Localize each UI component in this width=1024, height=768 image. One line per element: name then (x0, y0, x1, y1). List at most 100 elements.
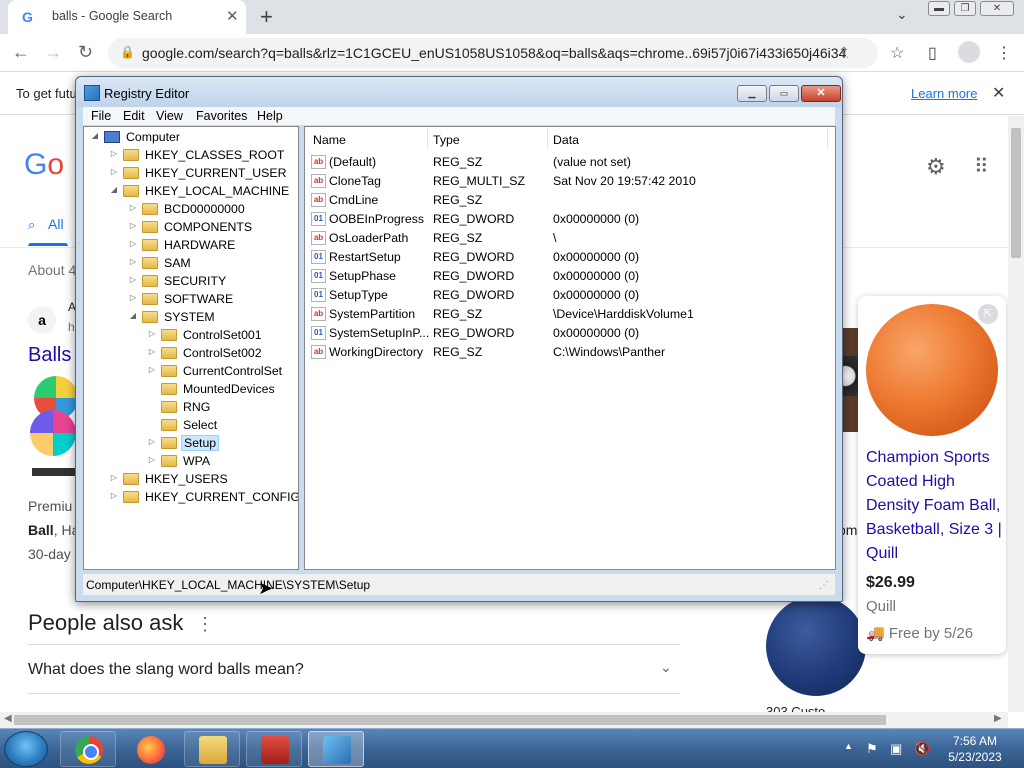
tree-node-label[interactable]: HKEY_USERS (143, 472, 230, 486)
taskbar-chrome[interactable] (60, 731, 116, 767)
registry-editor-window[interactable]: Registry Editor ▁ ▭ ✕ File Edit View Fav… (75, 76, 843, 602)
action-center-flag-icon[interactable]: ⚑ (866, 741, 878, 757)
expand-arrow-icon[interactable]: ▷ (128, 275, 138, 284)
tree-node-label[interactable]: WPA (181, 454, 212, 468)
blue-ball-image[interactable] (766, 596, 866, 696)
taskbar-firefox[interactable] (122, 731, 178, 767)
registry-tree-pane[interactable]: ◢ Computer ▷ HKEY_CLASSES_ROOT ▷ HKEY_CURRENT… (83, 126, 299, 570)
window-minimize-button[interactable]: ▬ (928, 1, 950, 16)
system-clock[interactable]: 7:56 AM 5/23/2023 (944, 733, 1006, 765)
volume-muted-icon[interactable]: 🔇 (914, 741, 930, 757)
tree-node-label[interactable]: ControlSet002 (181, 346, 264, 360)
settings-gear-icon[interactable]: ⚙ (926, 154, 946, 180)
taskbar-explorer[interactable] (184, 731, 240, 767)
network-icon[interactable]: ▣ (890, 741, 902, 757)
menu-favorites[interactable]: Favorites (196, 109, 247, 123)
expand-arrow-icon[interactable]: ▷ (147, 437, 157, 446)
new-tab-button[interactable]: + (260, 4, 273, 30)
tree-node-label[interactable]: HKEY_CLASSES_ROOT (143, 148, 286, 162)
google-logo[interactable]: Go (24, 148, 64, 182)
menu-help[interactable]: Help (257, 109, 283, 123)
forward-arrow-icon[interactable]: → (44, 42, 62, 63)
menu-view[interactable]: View (156, 109, 183, 123)
tree-node-label[interactable]: COMPONENTS (162, 220, 254, 234)
tree-node-label[interactable]: SAM (162, 256, 193, 270)
tree-node-label[interactable]: BCD00000000 (162, 202, 247, 216)
open-in-new-icon[interactable]: ⇱ (978, 304, 998, 324)
scroll-thumb[interactable] (1011, 128, 1021, 258)
registry-value-row[interactable]: ab OsLoaderPath REG_SZ \ (309, 229, 829, 248)
address-bar[interactable]: 🔒 google.com/search?q=balls&rlz=1C1GCEU_… (108, 38, 904, 68)
tree-node-label[interactable]: HKEY_CURRENT_CONFIG (143, 490, 298, 504)
tree-node-label[interactable]: ControlSet001 (181, 328, 264, 342)
url-text[interactable]: google.com/search?q=balls&rlz=1C1GCEU_en… (142, 45, 848, 61)
scroll-thumb[interactable] (14, 715, 886, 725)
registry-value-row[interactable]: ab WorkingDirectory REG_SZ C:\Windows\Panth… (309, 343, 829, 362)
product-caption-partial[interactable]: 303 Custo (766, 704, 825, 712)
collapse-arrow-icon[interactable]: ◢ (109, 185, 119, 194)
expand-arrow-icon[interactable]: ▷ (128, 203, 138, 212)
close-button[interactable]: ✕ (801, 85, 841, 102)
share-icon[interactable]: ⇪ (838, 44, 850, 61)
expand-arrow-icon[interactable]: ▷ (128, 293, 138, 302)
scroll-left-arrow-icon[interactable]: ◀ (4, 713, 12, 724)
maximize-button[interactable]: ▭ (769, 85, 799, 102)
expand-arrow-icon[interactable]: ▷ (128, 221, 138, 230)
bookmark-star-icon[interactable]: ☆ (890, 43, 904, 63)
registry-value-row[interactable]: 01 OOBEInProgress REG_DWORD 0x00000000 (0) (309, 210, 829, 229)
chrome-menu-icon[interactable]: ⋮ (996, 43, 1012, 63)
taskbar-toolbox[interactable] (246, 731, 302, 767)
tree-node-label[interactable]: MountedDevices (181, 382, 277, 396)
chevron-down-icon[interactable]: ⌄ (660, 659, 672, 676)
product-title[interactable]: Champion Sports Coated High Density Foam… (866, 446, 1002, 566)
registry-value-row[interactable]: ab SystemPartition REG_SZ \Device\HarddiskV… (309, 305, 829, 324)
tree-node-label[interactable]: SECURITY (162, 274, 228, 288)
column-divider[interactable] (827, 129, 828, 149)
balls-thumbnail-image[interactable] (30, 376, 80, 486)
back-arrow-icon[interactable]: ← (12, 42, 30, 63)
tree-node-label[interactable]: HARDWARE (162, 238, 237, 252)
expand-arrow-icon[interactable]: ▷ (147, 455, 157, 464)
registry-value-row[interactable]: 01 SetupPhase REG_DWORD 0x00000000 (0) (309, 267, 829, 286)
registry-value-row[interactable]: 01 SystemSetupInP... REG_DWORD 0x00000000 (… (309, 324, 829, 343)
tree-node-label[interactable]: Setup (181, 435, 220, 451)
column-divider[interactable] (547, 129, 548, 149)
expand-arrow-icon[interactable]: ▷ (109, 491, 119, 500)
menu-file[interactable]: File (91, 109, 111, 123)
expand-arrow-icon[interactable]: ▷ (109, 473, 119, 482)
resize-grip-icon[interactable]: ⋰ (819, 580, 829, 591)
learn-more-link[interactable]: Learn more (911, 86, 977, 101)
more-options-icon[interactable]: ⋮ (196, 614, 214, 635)
column-header-name[interactable]: Name (313, 133, 346, 147)
expand-arrow-icon[interactable]: ▷ (128, 257, 138, 266)
paa-question[interactable]: What does the slang word balls mean? (28, 661, 304, 679)
taskbar-regedit[interactable] (308, 731, 364, 767)
browser-tab[interactable]: G balls - Google Search ✕ (8, 0, 246, 34)
google-apps-grid-icon[interactable]: ⠿ (974, 154, 989, 179)
side-panel-icon[interactable]: ▯ (928, 43, 937, 63)
orange-basketball-image[interactable] (866, 304, 998, 436)
tree-node-label[interactable]: SYSTEM (162, 310, 217, 324)
window-close-button[interactable]: ✕ (980, 1, 1014, 16)
vertical-scrollbar[interactable] (1008, 116, 1024, 712)
tree-node-label[interactable]: RNG (181, 400, 212, 414)
collapse-arrow-icon[interactable]: ◢ (128, 311, 138, 320)
tab-all[interactable]: All (48, 216, 64, 232)
minimize-button[interactable]: ▁ (737, 85, 767, 102)
window-titlebar[interactable]: Registry Editor ▁ ▭ ✕ (76, 77, 842, 107)
result-site-url[interactable]: h (68, 320, 75, 334)
expand-arrow-icon[interactable]: ▷ (128, 239, 138, 248)
expand-arrow-icon[interactable]: ▷ (109, 149, 119, 158)
column-divider[interactable] (427, 129, 428, 149)
registry-value-row[interactable]: ab (Default) REG_SZ (value not set) (309, 153, 829, 172)
window-restore-button[interactable]: ❐ (954, 1, 976, 16)
start-button[interactable] (4, 731, 48, 767)
tree-node-label[interactable]: CurrentControlSet (181, 364, 284, 378)
close-tab-icon[interactable]: ✕ (226, 7, 239, 25)
registry-value-row[interactable]: ab CmdLine REG_SZ (309, 191, 829, 210)
show-hidden-icons-icon[interactable]: ▲ (844, 741, 853, 751)
registry-value-row[interactable]: 01 SetupType REG_DWORD 0x00000000 (0) (309, 286, 829, 305)
expand-arrow-icon[interactable]: ▷ (147, 365, 157, 374)
tree-node-label[interactable]: HKEY_LOCAL_MACHINE (143, 184, 291, 198)
menu-edit[interactable]: Edit (123, 109, 145, 123)
